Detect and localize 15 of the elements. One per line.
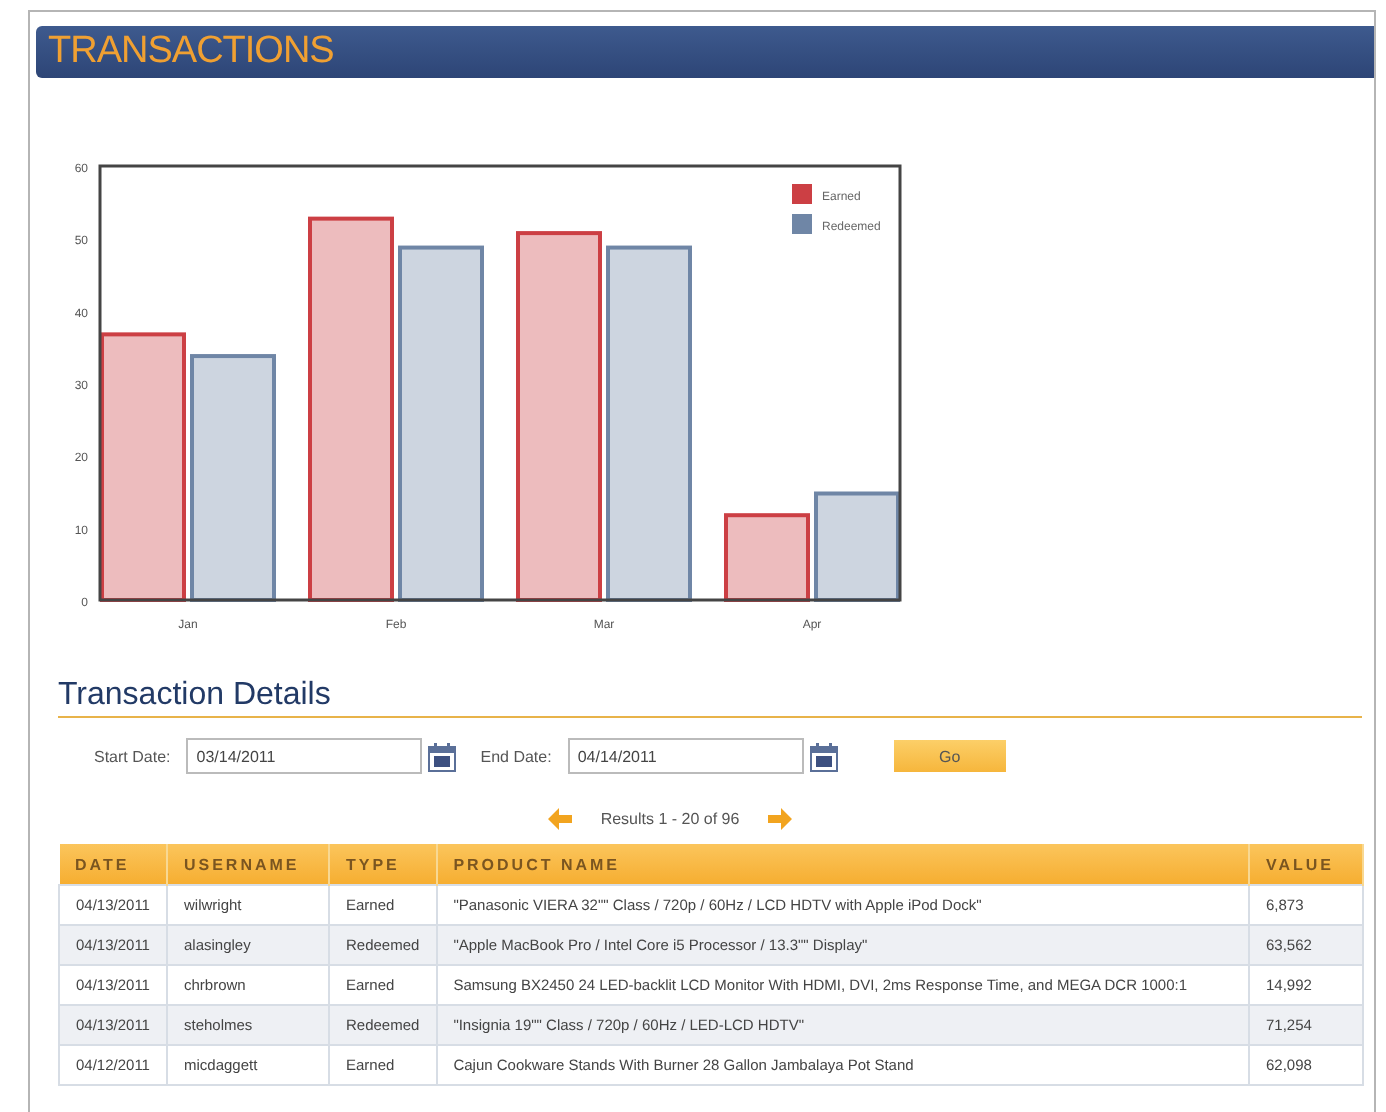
column-header[interactable]: TYPE <box>328 844 437 885</box>
go-button[interactable]: Go <box>893 740 1006 772</box>
section-title: Transaction Details <box>58 678 1362 718</box>
date-field[interactable]: 04/14/2011 <box>567 738 804 774</box>
calendar-icon[interactable] <box>428 741 457 771</box>
field-label: End Date: <box>480 747 552 765</box>
calendar-icon[interactable] <box>809 741 838 771</box>
page-title: TRANSACTIONS <box>48 30 334 74</box>
date-field[interactable]: 03/14/2011 <box>186 738 423 774</box>
column-header[interactable]: DATE <box>59 844 167 885</box>
column-header[interactable]: VALUE <box>1249 844 1363 885</box>
column-header[interactable]: USERNAME <box>166 844 329 885</box>
column-header[interactable]: PRODUCT NAME <box>436 844 1249 885</box>
results-count: Results 1 - 20 of 96 <box>600 809 740 827</box>
field-label: Start Date: <box>94 747 171 765</box>
